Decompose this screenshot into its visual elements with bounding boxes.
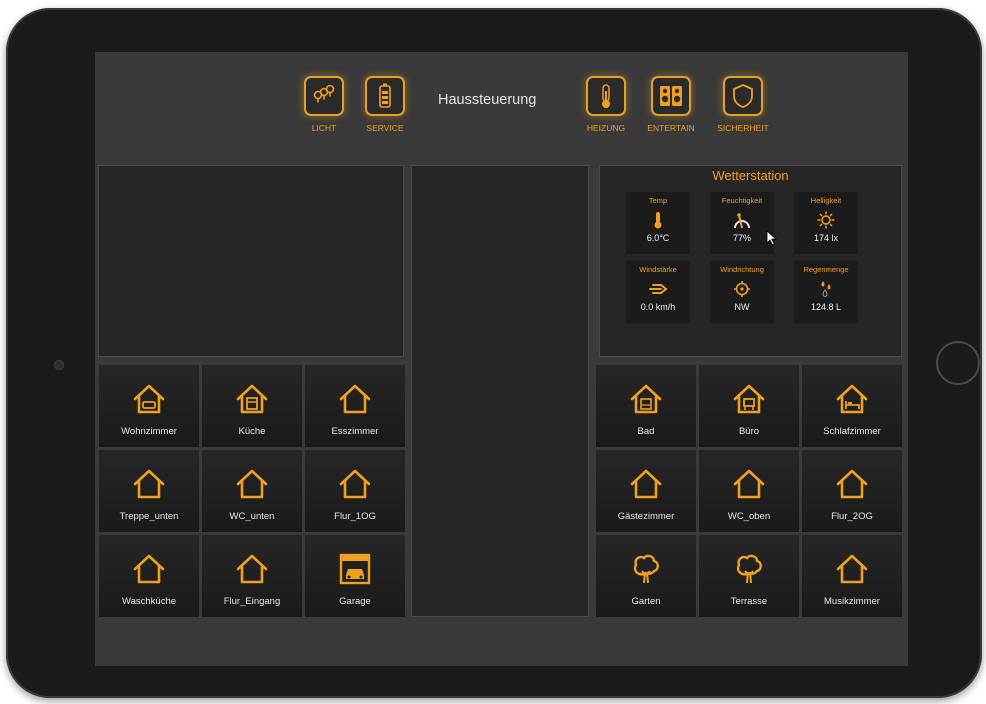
- room-label: Flur_2OG: [831, 511, 873, 522]
- camera-dot: [54, 360, 64, 370]
- rain-label: Regenmenge: [803, 265, 849, 274]
- nav-entertain-label: ENTERTAIN: [647, 123, 695, 133]
- rain-drops-icon: [817, 280, 835, 298]
- living-room-icon: [132, 365, 166, 420]
- room-tile[interactable]: WC_unten: [202, 450, 302, 532]
- humidity-label: Feuchtigkeit: [721, 196, 763, 205]
- room-label: WC_oben: [727, 511, 771, 522]
- weather-brightness: Helligkeit 174 lx: [794, 192, 858, 254]
- speakers-icon: [651, 76, 691, 116]
- left-info-panel: [98, 165, 404, 357]
- humidity-gauge-icon: [733, 211, 751, 229]
- weather-windspeed: Windstärke 0.0 km/h: [626, 261, 690, 323]
- windspeed-label: Windstärke: [639, 265, 677, 274]
- room-tile[interactable]: Terrasse: [699, 535, 799, 617]
- nav-sicherheit-label: SICHERHEIT: [717, 123, 769, 133]
- house-icon: [835, 535, 869, 590]
- windspeed-value: 0.0 km/h: [640, 302, 676, 312]
- mouse-cursor-icon: [766, 230, 778, 246]
- house-icon: [835, 450, 869, 505]
- house-icon: [235, 450, 269, 505]
- house-icon: [338, 450, 372, 505]
- office-icon: [732, 365, 766, 420]
- room-label: Waschküche: [121, 596, 177, 607]
- room-label: Gästezimmer: [617, 511, 675, 522]
- winddirection-label: Windrichtung: [720, 265, 764, 274]
- bulbs-icon: [304, 76, 344, 116]
- rain-value: 124.8 L: [810, 302, 842, 312]
- room-label: Garten: [631, 596, 661, 607]
- bedroom-icon: [835, 365, 869, 420]
- nav-service-button[interactable]: SERVICE: [345, 76, 425, 133]
- house-icon: [338, 365, 372, 420]
- thermometer-icon: [586, 76, 626, 116]
- room-tile[interactable]: Gästezimmer: [596, 450, 696, 532]
- brightness-value: 174 lx: [813, 233, 839, 243]
- room-label: Schlafzimmer: [823, 426, 881, 437]
- wind-icon: [648, 280, 668, 298]
- tree-icon: [629, 535, 663, 590]
- room-label: Büro: [738, 426, 760, 437]
- thermometer-icon: [653, 211, 663, 229]
- sun-icon: [817, 211, 835, 229]
- page-title: Haussteuerung: [438, 92, 537, 108]
- temp-label: Temp: [648, 196, 668, 205]
- kitchen-icon: [235, 365, 269, 420]
- room-label: Flur_1OG: [334, 511, 376, 522]
- nav-service-label: SERVICE: [366, 123, 404, 133]
- room-tile[interactable]: Wohnzimmer: [99, 365, 199, 447]
- app-screen: LICHT SERVICE Haussteuerung HEIZUNG ENTE…: [95, 52, 908, 666]
- top-bar: LICHT SERVICE Haussteuerung HEIZUNG ENTE…: [95, 52, 908, 162]
- weather-rain: Regenmenge 124.8 L: [794, 261, 858, 323]
- weather-panel: Wetterstation Temp 6.0°C Feuchtigkeit 77…: [599, 165, 902, 357]
- room-label: WC_unten: [229, 511, 275, 522]
- battery-icon: [365, 76, 405, 116]
- room-tile[interactable]: Küche: [202, 365, 302, 447]
- tree-icon: [732, 535, 766, 590]
- center-panel: [411, 165, 589, 617]
- weather-temp: Temp 6.0°C: [626, 192, 690, 254]
- bathroom-icon: [629, 365, 663, 420]
- room-tile[interactable]: Treppe_unten: [99, 450, 199, 532]
- room-label: Flur_Eingang: [223, 596, 281, 607]
- nav-sicherheit-button[interactable]: SICHERHEIT: [703, 76, 783, 133]
- shield-icon: [723, 76, 763, 116]
- garage-icon: [338, 535, 372, 590]
- home-button[interactable]: [936, 341, 980, 385]
- room-label: Musikzimmer: [824, 596, 880, 607]
- room-tile[interactable]: Flur_Eingang: [202, 535, 302, 617]
- weather-winddirection: Windrichtung NW: [710, 261, 774, 323]
- room-label: Bad: [637, 426, 655, 437]
- brightness-label: Helligkeit: [810, 196, 842, 205]
- nav-entertain-button[interactable]: ENTERTAIN: [631, 76, 711, 133]
- house-icon: [235, 535, 269, 590]
- house-icon: [132, 535, 166, 590]
- room-label: Garage: [339, 596, 371, 607]
- room-tile[interactable]: Garage: [305, 535, 405, 617]
- weather-humidity: Feuchtigkeit 77%: [710, 192, 774, 254]
- room-label: Esszimmer: [331, 426, 379, 437]
- humidity-value: 77%: [732, 233, 751, 243]
- house-icon: [629, 450, 663, 505]
- winddirection-value: NW: [734, 302, 750, 312]
- room-label: Treppe_unten: [119, 511, 179, 522]
- room-tile[interactable]: WC_oben: [699, 450, 799, 532]
- room-tile[interactable]: Schlafzimmer: [802, 365, 902, 447]
- compass-icon: [733, 280, 751, 298]
- temp-value: 6.0°C: [646, 233, 670, 243]
- room-tile[interactable]: Flur_2OG: [802, 450, 902, 532]
- room-label: Terrasse: [730, 596, 768, 607]
- room-tile[interactable]: Waschküche: [99, 535, 199, 617]
- room-tile[interactable]: Musikzimmer: [802, 535, 902, 617]
- room-tile[interactable]: Bad: [596, 365, 696, 447]
- house-icon: [132, 450, 166, 505]
- room-label: Wohnzimmer: [121, 426, 177, 437]
- room-tile[interactable]: Büro: [699, 365, 799, 447]
- room-tile[interactable]: Flur_1OG: [305, 450, 405, 532]
- weather-title: Wetterstation: [712, 168, 789, 183]
- house-icon: [732, 450, 766, 505]
- room-tile[interactable]: Garten: [596, 535, 696, 617]
- room-label: Küche: [238, 426, 266, 437]
- room-tile[interactable]: Esszimmer: [305, 365, 405, 447]
